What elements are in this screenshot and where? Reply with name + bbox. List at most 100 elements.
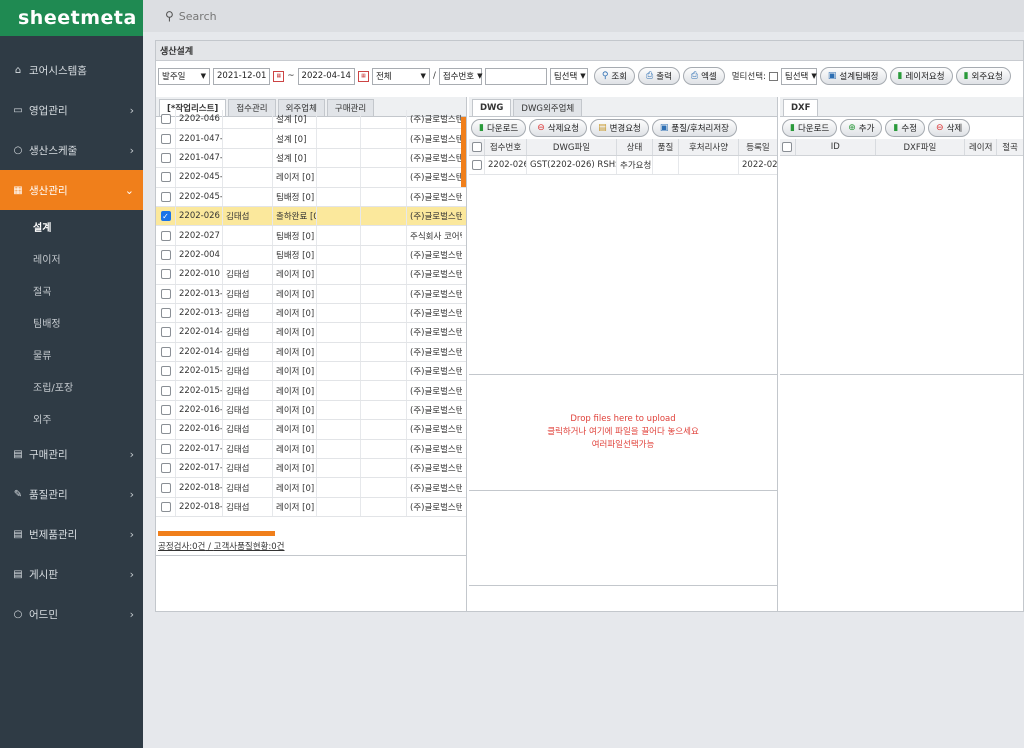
download-button[interactable]: ▮ 다운로드 bbox=[471, 119, 527, 137]
search-field-select[interactable]: 접수번호 ▼ bbox=[438, 67, 482, 85]
col-header[interactable]: DXF파일 bbox=[876, 139, 966, 155]
row-checkbox-cell[interactable] bbox=[156, 245, 176, 265]
sub-item-logistics[interactable]: 물류 bbox=[0, 338, 143, 370]
col-header[interactable]: 절곡 bbox=[997, 139, 1023, 155]
row-checkbox[interactable] bbox=[160, 424, 171, 435]
nav-item-sales[interactable]: ▭ 영업관리 › bbox=[0, 90, 143, 130]
table-row[interactable]: 2202-026 GST(2202-026) RSHS 1 추가요청 2022-… bbox=[469, 156, 777, 176]
row-checkbox-cell[interactable] bbox=[156, 400, 176, 420]
dxf-download-button[interactable]: ▮ 다운로드 bbox=[782, 119, 838, 137]
date-from-input[interactable]: 2021-12-01 bbox=[213, 67, 271, 85]
row-checkbox-cell[interactable] bbox=[156, 284, 176, 303]
calendar-icon[interactable]: ▦ bbox=[357, 70, 369, 82]
table-row[interactable]: 2202-016-P김태섭레이저 [0] (주)글로벌스탠다 bbox=[156, 400, 466, 421]
table-row[interactable]: 2202-013-R김태섭레이저 [0] (주)글로벌스탠다 bbox=[156, 303, 466, 324]
row-checkbox[interactable] bbox=[160, 482, 171, 493]
table-row[interactable]: 2201-047-P 설계 [0] (주)글로벌스탠다 bbox=[156, 129, 466, 149]
table-row[interactable]: 2202-045-R 레이저 [0] (주)글로벌스탠다 bbox=[156, 168, 466, 188]
col-header[interactable]: 접수번호 bbox=[485, 139, 527, 155]
multi-select-checkbox[interactable] bbox=[768, 71, 778, 81]
nav-item-quality[interactable]: ✎ 품질관리 › bbox=[0, 474, 143, 514]
table-row[interactable]: 2202-045-P 팀배정 [0] (주)글로벌스탠다 bbox=[156, 187, 466, 207]
file-drop-zone[interactable]: Drop files here to upload 클릭하거나 여기에 파일을 … bbox=[469, 374, 777, 491]
row-checkbox-cell[interactable] bbox=[156, 187, 176, 206]
row-checkbox[interactable] bbox=[160, 327, 171, 338]
horizontal-scrollbar[interactable] bbox=[158, 531, 275, 536]
table-row[interactable]: ✓ 2202-026김태섭출하완료 [0] (주)글로벌스탠다 bbox=[156, 206, 466, 227]
row-checkbox[interactable] bbox=[160, 249, 171, 260]
select-all-checkbox[interactable] bbox=[471, 142, 482, 152]
date-to-input[interactable]: 2022-04-14 bbox=[297, 67, 355, 85]
row-checkbox-cell[interactable] bbox=[156, 265, 176, 284]
brand-logo[interactable]: sheetmeta bbox=[0, 0, 143, 36]
date-type-select[interactable]: 발주일 ▼ bbox=[158, 67, 210, 85]
row-checkbox[interactable] bbox=[160, 385, 171, 396]
row-checkbox-cell[interactable] bbox=[156, 342, 176, 362]
row-checkbox[interactable] bbox=[160, 172, 171, 183]
sub-item-outsource[interactable]: 외주 bbox=[0, 402, 143, 434]
table-row[interactable]: 2202-014-R김태섭레이저 [0] (주)글로벌스탠다 bbox=[156, 342, 466, 363]
table-row[interactable]: 2202-004 팀배정 [0] (주)글로벌스탠다 bbox=[156, 245, 466, 266]
row-checkbox[interactable] bbox=[160, 230, 171, 241]
col-header[interactable]: 품질 bbox=[653, 139, 679, 155]
tab-dwg[interactable]: DWG bbox=[472, 99, 512, 116]
col-header[interactable]: 레이저 bbox=[965, 139, 998, 155]
row-checkbox-cell[interactable] bbox=[156, 497, 176, 517]
row-checkbox-cell[interactable]: ✓ bbox=[156, 206, 176, 226]
table-row[interactable]: 2202-018-P김태섭레이저 [0] (주)글로벌스탠다 bbox=[156, 478, 466, 498]
row-checkbox-cell[interactable] bbox=[156, 420, 176, 439]
search-button[interactable]: ⚲ 조회 bbox=[593, 67, 636, 85]
sub-item-team[interactable]: 팀배정 bbox=[0, 306, 143, 338]
scope-select[interactable]: 전체 ▼ bbox=[371, 67, 430, 85]
row-checkbox[interactable] bbox=[160, 269, 171, 280]
delete-request-button[interactable]: ⊖ 삭제요청 bbox=[529, 119, 588, 137]
select-all-checkbox[interactable] bbox=[782, 142, 793, 152]
row-checkbox[interactable] bbox=[160, 114, 171, 125]
table-row[interactable]: 2201-047-R 설계 [0] (주)글로벌스탠다 bbox=[156, 148, 466, 169]
col-header[interactable]: ID bbox=[796, 139, 876, 155]
table-row[interactable]: 2202-010김태섭레이저 [0] (주)글로벌스탠다 bbox=[156, 265, 466, 285]
sub-item-assembly[interactable]: 조립/포장 bbox=[0, 370, 143, 402]
table-row[interactable]: 2202-046 설계 [0] (주)글로벌스탠다 bbox=[156, 110, 466, 130]
sub-item-design[interactable]: 설계 bbox=[0, 210, 143, 242]
tab-dwg-outsource[interactable]: DWG외주업체 bbox=[513, 99, 583, 116]
row-checkbox-cell[interactable] bbox=[156, 381, 176, 400]
laser-request-button[interactable]: ▮ 레이저요청 bbox=[889, 67, 953, 85]
row-checkbox-cell[interactable] bbox=[156, 478, 176, 497]
row-checkbox-cell[interactable] bbox=[156, 362, 176, 381]
table-row[interactable]: 2202-014-P김태섭레이저 [0] (주)글로벌스탠다 bbox=[156, 323, 466, 343]
change-request-button[interactable]: ▤ 변경요청 bbox=[590, 119, 649, 137]
dxf-edit-button[interactable]: ▮ 수정 bbox=[885, 119, 926, 137]
outsource-request-button[interactable]: ▮ 외주요청 bbox=[955, 67, 1011, 85]
nav-item-parts[interactable]: ▤ 번제품관리 › bbox=[0, 514, 143, 554]
row-checkbox-cell[interactable] bbox=[469, 156, 485, 175]
row-checkbox-cell[interactable] bbox=[156, 129, 176, 148]
row-checkbox[interactable] bbox=[160, 191, 171, 202]
row-checkbox[interactable]: ✓ bbox=[160, 211, 171, 222]
col-header[interactable]: 등록일 bbox=[739, 139, 777, 155]
row-checkbox[interactable] bbox=[471, 160, 482, 171]
search-input[interactable]: Search bbox=[179, 10, 217, 23]
nav-item-board[interactable]: ▤ 게시판 › bbox=[0, 554, 143, 594]
table-row[interactable]: 2202-013-P김태섭레이저 [0] (주)글로벌스탠다 bbox=[156, 284, 466, 304]
row-checkbox[interactable] bbox=[160, 502, 171, 512]
row-checkbox[interactable] bbox=[160, 288, 171, 299]
row-checkbox[interactable] bbox=[160, 366, 171, 377]
keyword-input[interactable] bbox=[484, 67, 547, 85]
row-checkbox-cell[interactable] bbox=[156, 110, 176, 129]
table-row[interactable]: 2202-017-R김태섭레이저 [0] (주)글로벌스탠다 bbox=[156, 459, 466, 479]
print-button[interactable]: ⎙ 출력 bbox=[638, 67, 680, 85]
quality-save-button[interactable]: ▣ 품질/후처리저장 bbox=[651, 119, 737, 137]
header-checkbox-cell[interactable] bbox=[469, 139, 485, 155]
row-checkbox-cell[interactable] bbox=[156, 148, 176, 168]
row-checkbox[interactable] bbox=[160, 405, 171, 416]
nav-item-schedule[interactable]: ○ 생산스케줄 › bbox=[0, 130, 143, 170]
row-checkbox-cell[interactable] bbox=[156, 226, 176, 245]
quality-status-link[interactable]: 고객사품질현황:0건 bbox=[214, 542, 285, 552]
nav-item-admin[interactable]: ○ 어드민 › bbox=[0, 594, 143, 634]
row-checkbox[interactable] bbox=[160, 463, 171, 474]
col-header[interactable]: 상태 bbox=[617, 139, 653, 155]
team-select-2[interactable]: 팀선택 ▼ bbox=[780, 67, 817, 85]
sub-item-laser[interactable]: 레이저 bbox=[0, 242, 143, 274]
calendar-icon[interactable]: ▦ bbox=[273, 70, 285, 82]
